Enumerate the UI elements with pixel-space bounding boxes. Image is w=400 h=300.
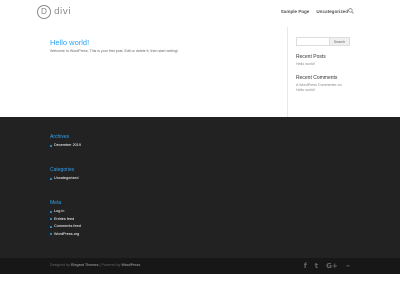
nav-item-uncategorized[interactable]: Uncategorized (316, 9, 348, 14)
sidebar-divider (287, 27, 288, 117)
category-link[interactable]: Uncategorized (50, 175, 78, 183)
footer-widgets: Archives December 2019 Categories Uncate… (0, 117, 400, 258)
page-bottom-space (0, 274, 400, 300)
search-button[interactable]: Search (330, 37, 350, 46)
google-plus-icon[interactable]: G+ (326, 261, 338, 271)
logo-text: divi (54, 7, 71, 17)
footer-credits: Designed by Elegant Themes | Powered by … (50, 263, 140, 267)
categories-title: Categories (50, 167, 75, 173)
credits-theme-link[interactable]: Elegant Themes (71, 263, 99, 267)
search-icon[interactable] (348, 8, 354, 14)
meta-label: Entries feed (54, 216, 75, 221)
categories-widget: Categories Uncategorized (50, 167, 78, 183)
recent-comments-title: Recent Comments (296, 75, 338, 82)
meta-widget: Meta Log in Entries feed Comments feed W… (50, 200, 81, 238)
bullet-icon (50, 225, 52, 228)
sidebar-search: Search (296, 37, 350, 46)
recent-post-link[interactable]: Hello world! (296, 62, 350, 67)
sidebar: Search Recent Posts Hello world! Recent … (296, 37, 350, 93)
meta-link-login[interactable]: Log in (50, 208, 81, 216)
bullet-icon (50, 233, 52, 236)
logo-mark-icon: D (37, 5, 51, 19)
meta-title: Meta (50, 200, 62, 206)
bullet-icon (50, 177, 52, 180)
archive-label: December 2019 (54, 143, 82, 147)
main-nav: Sample Page Uncategorized (281, 9, 348, 14)
recent-comment-link[interactable]: A WordPress Commenter on Hello world! (296, 83, 350, 93)
meta-label: WordPress.org (54, 231, 80, 236)
social-icons: f t G+ ⌁ (304, 261, 350, 271)
meta-link-wordpress-org[interactable]: WordPress.org (50, 231, 81, 239)
nav-item-sample-page[interactable]: Sample Page (281, 9, 310, 14)
credits-prefix: Designed by (50, 263, 70, 267)
archives-title: Archives (50, 134, 70, 140)
credits-separator: | Powered by (99, 263, 121, 267)
meta-label: Comments feed (54, 224, 81, 228)
post-list: Hello world! Welcome to WordPress. This … (50, 38, 280, 53)
site-logo[interactable]: D divi (37, 5, 71, 19)
meta-link-entries-feed[interactable]: Entries feed (50, 216, 81, 224)
main-content-area: Hello world! Welcome to WordPress. This … (0, 27, 400, 117)
archives-widget: Archives December 2019 (50, 134, 81, 150)
search-input[interactable] (296, 37, 330, 46)
footer-bottom-bar: Designed by Elegant Themes | Powered by … (0, 258, 400, 274)
recent-posts-title: Recent Posts (296, 54, 326, 60)
archive-link[interactable]: December 2019 (50, 142, 81, 150)
rss-icon[interactable]: ⌁ (346, 261, 350, 271)
bullet-icon (50, 218, 52, 221)
bullet-icon (50, 144, 52, 147)
site-header: D divi Sample Page Uncategorized (0, 0, 400, 27)
category-label: Uncategorized (54, 176, 79, 180)
post-title-link[interactable]: Hello world! (50, 38, 280, 47)
facebook-icon[interactable]: f (304, 261, 307, 271)
credits-wordpress-link[interactable]: WordPress (121, 263, 140, 267)
meta-link-comments-feed[interactable]: Comments feed (50, 223, 81, 231)
meta-label: Log in (54, 209, 65, 213)
twitter-icon[interactable]: t (315, 261, 318, 271)
post-excerpt: Welcome to WordPress. This is your first… (50, 49, 178, 53)
bullet-icon (50, 210, 52, 213)
